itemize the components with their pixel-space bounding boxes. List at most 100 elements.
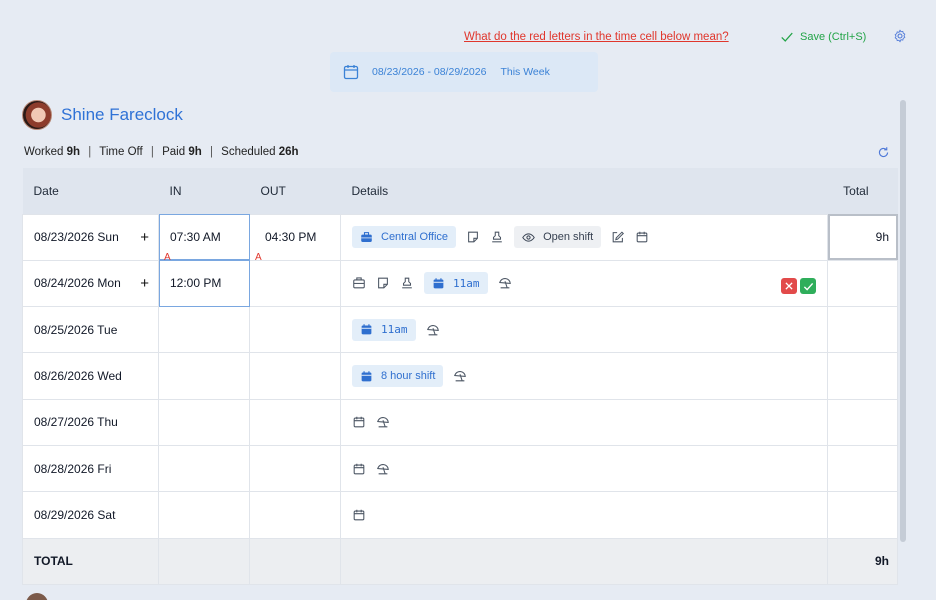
calendar-icon: [433, 278, 444, 289]
in-time-input[interactable]: 12:00 PM: [158, 259, 250, 308]
table-row: 08/25/2026 Tue 11am: [22, 306, 898, 354]
date-cell: 08/24/2026 Mon +: [22, 259, 159, 308]
date-column-header: Date: [22, 168, 159, 214]
calendar-icon: [361, 324, 372, 335]
out-column-header: OUT: [249, 168, 341, 214]
avatar: [26, 593, 48, 600]
cancel-edit-button[interactable]: [781, 278, 797, 294]
table-row: 08/23/2026 Sun + 07:30 AM A 04:30 PM A Ce…: [22, 213, 898, 263]
hours-summary: Worked 9h | Time Off | Paid 9h | Schedul…: [24, 146, 299, 158]
gear-icon[interactable]: [893, 29, 907, 43]
paid-value: 9h: [188, 146, 202, 158]
refresh-icon[interactable]: [877, 146, 890, 159]
edit-icon[interactable]: [611, 230, 625, 244]
total-cell: [827, 259, 898, 308]
separator: |: [209, 146, 213, 158]
out-time-cell[interactable]: 04:30 PM A: [249, 213, 341, 263]
in-time-cell[interactable]: [158, 306, 250, 354]
in-time-cell[interactable]: [158, 444, 250, 493]
details-cell: [340, 491, 828, 539]
save-button[interactable]: Save (Ctrl+S): [780, 30, 866, 44]
schedule-chip[interactable]: 11am: [352, 318, 416, 341]
stamp-icon[interactable]: [490, 230, 504, 244]
out-time: 04:30 PM: [265, 230, 317, 245]
empty-cell: [249, 537, 341, 585]
employee-header: Shine Fareclock: [22, 100, 183, 130]
calendar-icon[interactable]: [352, 415, 366, 429]
details-cell: Central Office Open shift: [340, 213, 828, 261]
empty-cell: [340, 537, 828, 585]
out-time-cell[interactable]: [249, 352, 341, 400]
note-icon[interactable]: [376, 276, 390, 290]
empty-cell: [158, 537, 250, 585]
table-row: 08/26/2026 Wed 8 hour shift: [22, 352, 898, 400]
in-time-cell[interactable]: 07:30 AM A: [158, 213, 250, 263]
time-off-label: Time Off: [99, 146, 143, 158]
date-cell: 08/26/2026 Wed: [22, 352, 159, 400]
stamp-icon[interactable]: [400, 276, 414, 290]
details-cell: [340, 444, 828, 493]
total-cell: [827, 306, 898, 354]
date-text: 08/25/2026 Tue: [34, 322, 118, 337]
in-time-cell[interactable]: [158, 398, 250, 446]
row-edit-actions: [781, 278, 816, 294]
out-time-cell[interactable]: [249, 491, 341, 539]
eye-icon: [522, 232, 535, 242]
total-label: TOTAL: [22, 537, 159, 585]
details-cell: [340, 398, 828, 446]
open-shift-chip[interactable]: Open shift: [514, 226, 602, 249]
date-cell: 08/28/2026 Fri: [22, 444, 159, 493]
add-entry-button[interactable]: +: [140, 275, 149, 292]
scheduled-value: 26h: [278, 146, 299, 158]
calendar-icon[interactable]: [352, 508, 366, 522]
total-cell: [827, 491, 898, 539]
briefcase-icon[interactable]: [352, 276, 366, 290]
schedule-label: 8 hour shift: [381, 370, 436, 383]
total-row: TOTAL 9h: [22, 537, 898, 585]
out-time-cell[interactable]: [249, 398, 341, 446]
close-icon: [785, 282, 793, 290]
total-cell: 9h: [827, 213, 898, 261]
out-time-cell[interactable]: [249, 259, 341, 308]
check-icon: [781, 32, 793, 42]
details-cell: 11am: [340, 259, 828, 308]
check-icon: [803, 282, 813, 291]
beach-umbrella-icon[interactable]: [376, 415, 390, 429]
total-cell: [827, 444, 898, 493]
in-time: 12:00 PM: [170, 276, 222, 291]
in-column-header: IN: [158, 168, 250, 214]
note-icon[interactable]: [466, 230, 480, 244]
confirm-edit-button[interactable]: [800, 278, 816, 294]
beach-umbrella-icon[interactable]: [426, 323, 440, 337]
out-time-cell[interactable]: [249, 306, 341, 354]
separator: |: [88, 146, 92, 158]
worked-label: Worked: [24, 146, 64, 158]
date-text: 08/28/2026 Fri: [34, 461, 112, 476]
date-cell: 08/25/2026 Tue: [22, 306, 159, 354]
beach-umbrella-icon[interactable]: [453, 369, 467, 383]
in-time-cell[interactable]: [158, 352, 250, 400]
calendar-icon[interactable]: [352, 462, 366, 476]
this-week-label: This Week: [500, 66, 550, 78]
red-letters-help-link[interactable]: What do the red letters in the time cell…: [464, 31, 729, 43]
beach-umbrella-icon[interactable]: [498, 276, 512, 290]
calendar-icon[interactable]: [635, 230, 649, 244]
scrollbar[interactable]: [900, 100, 906, 542]
employee-name[interactable]: Shine Fareclock: [61, 105, 183, 125]
date-range-picker[interactable]: 08/23/2026 - 08/29/2026 This Week: [330, 52, 598, 92]
out-time-cell[interactable]: [249, 444, 341, 493]
in-time-cell[interactable]: [158, 491, 250, 539]
schedule-chip[interactable]: 8 hour shift: [352, 365, 444, 388]
schedule-label: 11am: [381, 323, 408, 337]
location-chip[interactable]: Central Office: [352, 226, 457, 249]
beach-umbrella-icon[interactable]: [376, 462, 390, 476]
avatar: [22, 100, 52, 130]
add-entry-button[interactable]: +: [140, 229, 149, 246]
schedule-chip[interactable]: 11am: [424, 272, 488, 295]
open-shift-label: Open shift: [543, 231, 594, 244]
details-cell: 8 hour shift: [340, 352, 828, 400]
in-time: 07:30 AM: [170, 230, 221, 245]
date-cell: 08/29/2026 Sat: [22, 491, 159, 539]
total-column-header: Total: [827, 168, 898, 214]
table-row: 08/29/2026 Sat: [22, 491, 898, 539]
